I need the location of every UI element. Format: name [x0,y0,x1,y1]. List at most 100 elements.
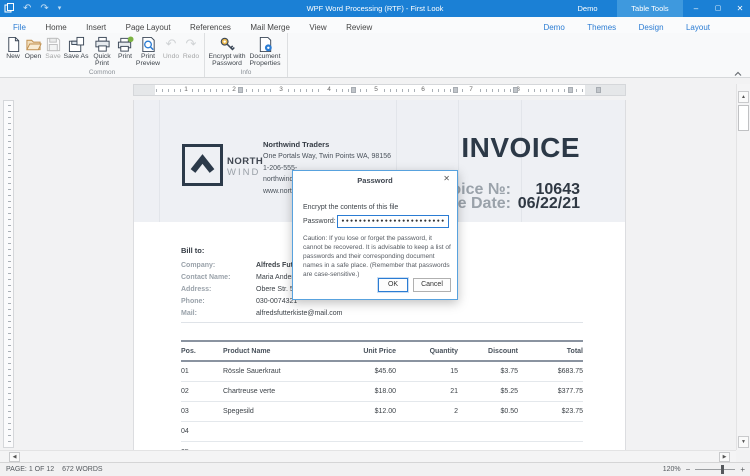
document-gear-icon [257,36,274,53]
company-name: Northwind Traders [263,140,391,149]
redo-arrow-icon: ↷ [186,36,197,53]
ruler-column-marker[interactable] [513,87,518,93]
divider [181,322,583,323]
undo-arrow-icon: ↶ [166,36,177,53]
titlebar-table-tools[interactable]: Table Tools [617,0,683,17]
word-count: 672 WORDS [62,463,102,476]
printer-icon [94,36,111,53]
vertical-scroll-thumb[interactable] [738,105,749,131]
dialog-close-icon[interactable]: ✕ [443,174,450,183]
invoice-date-value: 06/22/21 [514,195,580,213]
bill-phone-label: Phone: [181,298,253,305]
password-label: Password: [303,218,336,225]
redo-button[interactable]: ↷ Redo [181,35,201,60]
minimize-button[interactable]: – [686,0,706,17]
save-button[interactable]: Save [43,35,63,60]
dialog-caution-text: Caution: If you lose or forget the passw… [303,234,453,279]
col-header-unit-price: Unit Price [333,348,396,355]
password-input[interactable] [337,215,449,228]
ribbon-group-common: New Open Save Save As Quick Print Print … [0,33,205,77]
invoice-title: INVOICE [414,132,580,164]
ruler-column-marker[interactable] [238,87,243,93]
northwind-logo-icon [182,144,223,186]
key-icon [219,36,236,53]
ruler-number: 6 [418,85,428,95]
group-label-common: Common [0,69,204,76]
zoom-level: 120% [663,466,681,473]
document-properties-button[interactable]: Document Properties [246,35,284,68]
zoom-slider[interactable] [695,469,735,470]
bill-mail-label: Mail: [181,310,253,317]
scroll-right-icon[interactable]: ▶ [719,452,730,462]
table-row: 03 Spegesild $12.00 2 $0.50 $23.75 [181,402,583,422]
scroll-up-icon[interactable]: ▲ [738,91,749,103]
table-row: 01 Rössle Sauerkraut $45.60 15 $3.75 $68… [181,362,583,382]
ruler-number: 7 [466,85,476,95]
ruler-number: 3 [276,85,286,95]
ruler-column-marker[interactable] [351,87,356,93]
open-button[interactable]: Open [23,35,43,60]
scroll-left-icon[interactable]: ◀ [9,452,20,462]
vertical-scrollbar[interactable]: ▲ ▼ [736,84,750,450]
ruler-column-marker[interactable] [453,87,458,93]
ribbon-tab-row: File Home Insert Page Layout References … [0,17,750,33]
status-bar: PAGE: 1 OF 12 672 WORDS 120% − + [0,462,750,476]
bill-contact-label: Contact Name: [181,274,253,281]
zoom-in-icon[interactable]: + [740,463,745,476]
table-row: 05 [181,442,583,450]
col-header-product: Product Name [223,348,333,355]
contextual-tabs: Demo Themes Design Layout [527,17,712,33]
title-bar: ↶ ↷ ▾ WPF Word Processing (RTF) - First … [0,0,750,17]
ruler-left-margin[interactable] [134,85,155,95]
page-info: PAGE: 1 OF 12 [6,463,54,476]
encrypt-with-password-button[interactable]: Encrypt with Password [208,35,246,68]
zoom-slider-handle[interactable] [721,465,724,474]
ok-button[interactable]: OK [378,278,408,292]
undo-button[interactable]: ↶ Undo [161,35,181,60]
cancel-button[interactable]: Cancel [413,278,451,292]
table-row: 02 Chartreuse verte $18.00 21 $5.25 $377… [181,382,583,402]
logo-text-wind: WIND [227,167,260,178]
save-as-floppy-icon [68,36,85,53]
zoom-control: 120% − + [663,463,745,476]
col-header-total: Total [518,348,583,355]
ruler-number: 5 [371,85,381,95]
zoom-out-icon[interactable]: − [686,463,691,476]
dialog-title[interactable]: Password [293,171,457,189]
invoice-table[interactable]: Pos. Product Name Unit Price Quantity Di… [181,340,583,450]
save-as-button[interactable]: Save As [63,35,89,60]
status-left: PAGE: 1 OF 12 672 WORDS [6,463,103,476]
ruler-right-margin[interactable] [585,85,625,95]
bill-mail-value: alfredsfutterkiste@mail.com [256,310,342,317]
ruler-ticks [8,105,11,445]
save-floppy-icon [45,36,62,53]
maximize-button[interactable]: ▢ [708,0,728,17]
group-label-info: Info [205,69,287,76]
bill-company-label: Company: [181,262,253,269]
dialog-message: Encrypt the contents of this file [303,204,398,211]
bill-address-label: Address: [181,286,253,293]
col-header-pos: Pos. [181,348,223,355]
ribbon-group-info: Encrypt with Password Document Propertie… [205,33,288,77]
ruler-column-marker[interactable] [568,87,573,93]
vertical-ruler[interactable] [3,100,14,448]
titlebar-demo-label[interactable]: Demo [560,0,615,17]
ruler-column-marker[interactable] [596,87,601,93]
print-preview-button[interactable]: Print Preview [135,35,161,68]
col-header-quantity: Quantity [396,348,458,355]
table-header-row: Pos. Product Name Unit Price Quantity Di… [181,342,583,360]
print-button[interactable]: Print [115,35,135,60]
ribbon: New Open Save Save As Quick Print Print … [0,33,750,78]
quick-print-button[interactable]: Quick Print [89,35,115,68]
new-button[interactable]: New [3,35,23,60]
table-gridline [159,100,160,222]
scroll-down-icon[interactable]: ▼ [738,436,749,448]
col-header-discount: Discount [458,348,518,355]
close-button[interactable]: ✕ [730,0,750,17]
collapse-ribbon-icon[interactable] [733,65,743,73]
bill-to-heading: Bill to: [181,246,204,255]
horizontal-ruler[interactable]: 1 2 3 4 5 6 7 8 [133,84,626,96]
horizontal-scrollbar[interactable]: ◀ ▶ [0,450,736,462]
ruler-number: 1 [181,85,191,95]
printer-options-icon [117,36,134,53]
